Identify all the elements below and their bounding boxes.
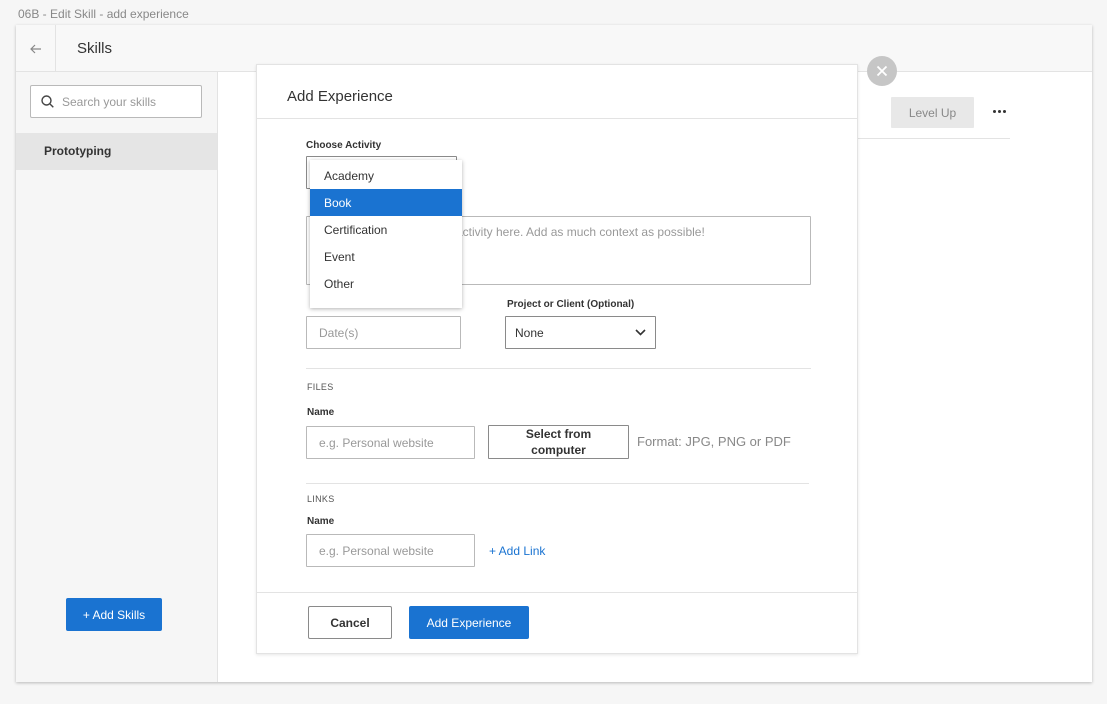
add-skills-button[interactable]: + Add Skills [66, 598, 162, 631]
file-name-input[interactable] [307, 427, 474, 458]
description-placeholder: activity here. Add as much context as po… [456, 225, 705, 239]
project-label: Project or Client (Optional) [507, 299, 635, 310]
search-icon [41, 95, 54, 108]
divider [858, 138, 1010, 139]
activity-option[interactable]: Book [310, 189, 462, 216]
more-horizontal-icon [992, 109, 996, 113]
divider [306, 368, 811, 369]
sidebar: Prototyping + Add Skills [16, 72, 218, 682]
search-input[interactable] [62, 94, 192, 109]
project-select-value: None [515, 325, 544, 340]
link-name-label: Name [307, 516, 335, 527]
activity-option[interactable]: Other [310, 270, 462, 297]
activity-dropdown-menu: Academy Book Certification Event Other [310, 160, 462, 308]
back-button[interactable] [16, 25, 56, 72]
activity-option[interactable]: Certification [310, 216, 462, 243]
modal-footer: Cancel Add Experience [257, 592, 857, 654]
date-input[interactable] [307, 317, 460, 348]
link-name-field[interactable] [306, 534, 475, 567]
search-box[interactable] [30, 85, 202, 118]
cancel-button[interactable]: Cancel [308, 606, 392, 639]
add-experience-button[interactable]: Add Experience [409, 606, 529, 639]
arrow-left-icon [29, 44, 41, 53]
link-name-input[interactable] [307, 535, 474, 566]
select-from-computer-button[interactable]: Select from computer [488, 425, 629, 459]
add-experience-modal: Add Experience Choose Activity activity … [256, 64, 858, 654]
artboard-label: 06B - Edit Skill - add experience [18, 7, 189, 21]
links-section-label: LINKS [307, 494, 335, 504]
format-hint: Format: JPG, PNG or PDF [637, 434, 791, 449]
skill-item-prototyping[interactable]: Prototyping [16, 133, 217, 170]
activity-option[interactable]: Academy [310, 162, 462, 189]
close-modal-button[interactable] [867, 56, 897, 86]
activity-option[interactable]: Event [310, 243, 462, 270]
add-link-button[interactable]: + Add Link [489, 544, 545, 558]
divider [306, 483, 809, 484]
files-section-label: FILES [307, 382, 334, 392]
more-options-button[interactable] [989, 101, 1009, 121]
project-select[interactable]: None [505, 316, 656, 349]
page-title: Skills [77, 40, 113, 57]
chevron-down-icon [635, 329, 646, 336]
date-field[interactable] [306, 316, 461, 349]
file-name-field[interactable] [306, 426, 475, 459]
modal-title: Add Experience [287, 88, 393, 105]
file-name-label: Name [307, 407, 335, 418]
close-icon [876, 65, 888, 77]
modal-header: Add Experience [257, 65, 857, 119]
choose-activity-label: Choose Activity [306, 140, 382, 151]
level-up-button[interactable]: Level Up [891, 97, 974, 128]
